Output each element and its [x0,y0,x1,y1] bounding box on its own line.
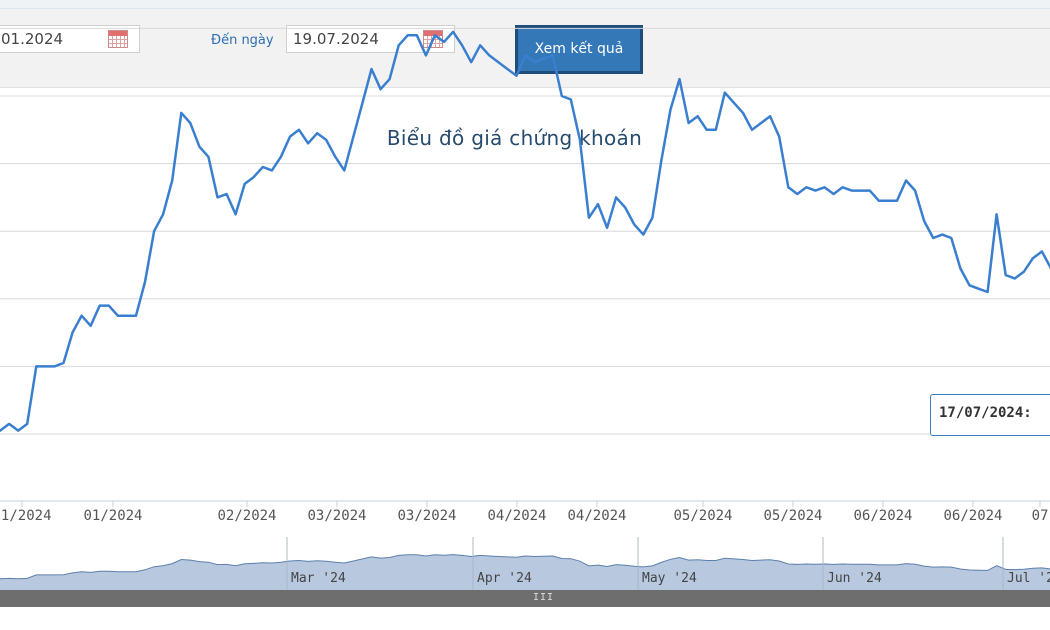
x-tick-label: 04/2024 [487,508,546,524]
navigator-label: Jun '24 [827,571,882,586]
navigator-label: Mar '24 [291,571,346,586]
x-tick-label: 04/2024 [567,508,626,524]
scrollbar-grip-icon[interactable]: III [533,592,554,603]
x-tick-label: 01/2024 [83,508,142,524]
x-tick-label: 06/2024 [853,508,912,524]
price-line [0,30,1050,432]
x-tick-label: 06/2024 [943,508,1002,524]
x-tick-label: 03/2024 [397,508,456,524]
x-tick-label: 05/2024 [763,508,822,524]
x-tick-label: 02/2024 [217,508,276,524]
navigator-scrollbar[interactable] [0,590,1050,607]
navigator-label: Apr '24 [477,571,532,586]
chart-tooltip: 17/07/2024: [930,394,1050,436]
tooltip-date: 17/07/2024: [939,405,1032,421]
x-tick-label: 01/2024 [0,508,52,524]
x-tick-label: 05/2024 [673,508,732,524]
price-chart: 01/2024 01/2024 02/2024 03/2024 03/2024 04/20… [0,27,1050,590]
navigator-label: May '24 [642,571,697,586]
x-tick-label: 03/2024 [307,508,366,524]
x-tick-label: 07 [1032,508,1049,524]
navigator-label: Jul '24 [1007,571,1050,586]
